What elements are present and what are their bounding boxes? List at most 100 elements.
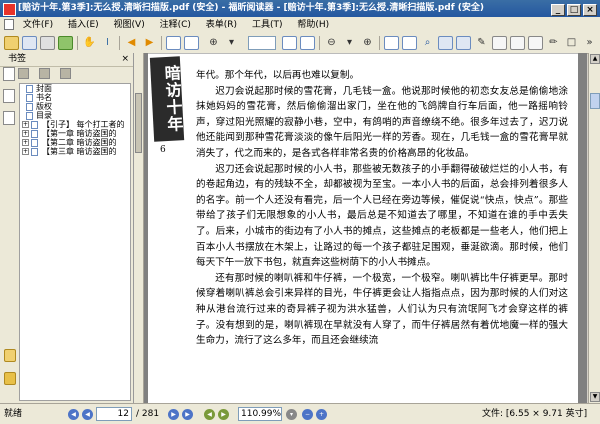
zoom-field[interactable] (248, 36, 276, 50)
status-bar: 就绪 ◀ ◀ 12 / 281 ▶ ▶ ◀ ▶ 110.99% ▾ − + 文件… (0, 403, 600, 424)
print-icon[interactable] (40, 36, 55, 50)
menu-view[interactable]: 视图(V) (108, 17, 151, 33)
previous-page-icon[interactable]: ◀ (82, 409, 93, 420)
bookmark-item[interactable]: 封面 (20, 84, 130, 93)
pages-tab-icon[interactable] (3, 89, 15, 103)
first-page-icon[interactable]: ◀ (68, 409, 79, 420)
expand-toggle-icon[interactable]: + (22, 130, 29, 137)
paragraph: 还有那时候的喇叭裤和牛仔裤，一个极宽，一个极窄。喇叭裤比牛仔裤更早。那时候穿着喇… (196, 272, 568, 347)
menu-help[interactable]: 帮助(H) (291, 17, 335, 33)
scroll-up-icon[interactable]: ▲ (590, 54, 600, 64)
typewriter-icon[interactable] (456, 36, 471, 50)
open-icon[interactable] (4, 36, 19, 50)
sidebar-title: 书签 (8, 54, 27, 64)
document-scrollbar[interactable]: ▲ ▼ (588, 53, 600, 403)
expand-toggle-icon[interactable]: + (22, 121, 29, 128)
next-page-icon[interactable]: ▶ (168, 409, 179, 420)
search-icon[interactable]: ⌕ (420, 36, 435, 50)
fit-width-icon[interactable] (300, 36, 315, 50)
toolbar-separator (119, 36, 120, 50)
attachments-panel-icon[interactable] (4, 372, 16, 385)
bookmark-icon (26, 94, 33, 102)
delete-bookmark-icon[interactable] (39, 68, 50, 79)
hand-tool-icon[interactable]: ✋ (82, 36, 97, 50)
minimize-button[interactable]: _ (551, 4, 565, 16)
sidebar-scrollbar[interactable] (134, 53, 144, 403)
email-icon[interactable] (58, 36, 73, 50)
chapter-stamp: 暗访十年 (149, 56, 185, 142)
zoom-out-dropdown-icon[interactable]: ▾ (342, 36, 357, 50)
select-text-icon[interactable]: I (100, 36, 115, 50)
back-arrow-icon[interactable]: ◀ (124, 36, 139, 50)
last-page-icon[interactable]: ▶ (182, 409, 193, 420)
rotate-view-icon[interactable] (402, 36, 417, 50)
toolbar-separator (161, 36, 162, 50)
save-icon[interactable] (22, 36, 37, 50)
bookmark-item[interactable]: + 【引子】 每个打工者的 (20, 120, 130, 129)
note-icon[interactable]: ✎ (474, 36, 489, 50)
zoom-select-icon[interactable]: ▾ (286, 409, 297, 420)
bookmark-item[interactable]: 书名 (20, 93, 130, 102)
bookmarks-sidebar: 书签 × 封面 书名 版权 目录 + 【引子】 每个打工者的 + 【第一章 暗访盗国… (0, 53, 134, 403)
fit-page-icon[interactable] (282, 36, 297, 50)
document-scroll-thumb[interactable] (590, 93, 600, 109)
paragraph: 迟刀还会说起那时候的小人书，那些被无数孩子的小手翻得破破烂烂的小人书，有的卷起角… (196, 163, 568, 269)
zoom-in-status-icon[interactable]: + (316, 409, 327, 420)
sidebar-header: 书签 × (0, 53, 133, 67)
maximize-button[interactable]: □ (567, 4, 581, 16)
menu-insert[interactable]: 插入(E) (62, 17, 105, 33)
new-bookmark-icon[interactable] (18, 68, 29, 79)
page-number-field[interactable]: 12 (96, 407, 132, 421)
toolbar: ✋ I ◀ ▶ ⊕ ▾ ⊖ ▾ ⊕ ⌕ ✎ ✏ □ » (0, 33, 600, 54)
bookmark-item[interactable]: + 【第二章 暗访盗国的 (20, 138, 130, 147)
toolbar-more-icon[interactable]: » (582, 36, 597, 50)
menu-form[interactable]: 表单(R) (200, 17, 243, 33)
zoom-out-status-icon[interactable]: − (302, 409, 313, 420)
paragraph: 年代。那个年代，以后再也难以复制。 (196, 70, 360, 81)
bookmark-item[interactable]: 版权 (20, 102, 130, 111)
bookmark-icon (26, 112, 33, 120)
menu-tools[interactable]: 工具(T) (246, 17, 289, 33)
next-view-icon[interactable]: ▶ (218, 409, 229, 420)
sidebar-bottom-icons (4, 349, 16, 395)
snapshot-icon[interactable] (438, 36, 453, 50)
bookmark-item[interactable]: + 【第一章 暗访盗国的 (20, 129, 130, 138)
bookmarks-tab-icon[interactable] (3, 67, 15, 81)
bookmark-options-icon[interactable] (60, 68, 71, 79)
shapes-icon[interactable]: □ (564, 36, 579, 50)
expand-toggle-icon[interactable]: + (22, 148, 29, 155)
document-menu-icon[interactable] (4, 19, 14, 30)
sidebar-close-icon[interactable]: × (121, 53, 129, 66)
strikeout-icon[interactable] (528, 36, 543, 50)
zoom-out-icon[interactable]: ⊖ (324, 36, 339, 50)
continuous-page-icon[interactable] (184, 36, 199, 50)
pencil-icon[interactable]: ✏ (546, 36, 561, 50)
menu-comment[interactable]: 注释(C) (154, 17, 197, 33)
single-page-icon[interactable] (166, 36, 181, 50)
comments-panel-icon[interactable] (4, 349, 16, 362)
bookmark-icon (31, 130, 38, 138)
previous-view-icon[interactable]: ◀ (204, 409, 215, 420)
forward-arrow-icon[interactable]: ▶ (142, 36, 157, 50)
zoom-plus-icon[interactable]: ⊕ (360, 36, 375, 50)
app-logo-icon (3, 3, 16, 16)
bookmark-item[interactable]: 目录 (20, 111, 130, 120)
title-bar: [赔访十年.第3季]:无么授.清晰扫描版.pdf (安全) - 福昕阅读器 - … (0, 0, 600, 17)
facing-page-icon[interactable] (384, 36, 399, 50)
bookmark-item[interactable]: + 【第三章 暗访盗国的 (20, 147, 130, 156)
highlight-icon[interactable] (492, 36, 507, 50)
zoom-level-field[interactable]: 110.99% (238, 407, 282, 421)
menu-bar: 文件(F) 插入(E) 视图(V) 注释(C) 表单(R) 工具(T) 帮助(H… (0, 17, 600, 34)
close-button[interactable]: × (583, 4, 597, 16)
expand-toggle-icon[interactable]: + (22, 139, 29, 146)
zoom-in-icon[interactable]: ⊕ (206, 36, 221, 50)
scroll-down-icon[interactable]: ▼ (590, 392, 600, 402)
bookmark-icon (26, 85, 33, 93)
underline-icon[interactable] (510, 36, 525, 50)
layers-tab-icon[interactable] (3, 111, 15, 125)
zoom-dropdown-icon[interactable]: ▾ (224, 36, 239, 50)
window-title: [赔访十年.第3季]:无么授.清晰扫描版.pdf (安全) - 福昕阅读器 - … (18, 3, 485, 13)
sidebar-scroll-thumb[interactable] (135, 93, 142, 153)
menu-file[interactable]: 文件(F) (17, 17, 59, 33)
document-view[interactable]: 暗访十年 6 年代。那个年代，以后再也难以复制。 迟刀会说起那时候的雪花膏，几毛… (144, 53, 587, 403)
